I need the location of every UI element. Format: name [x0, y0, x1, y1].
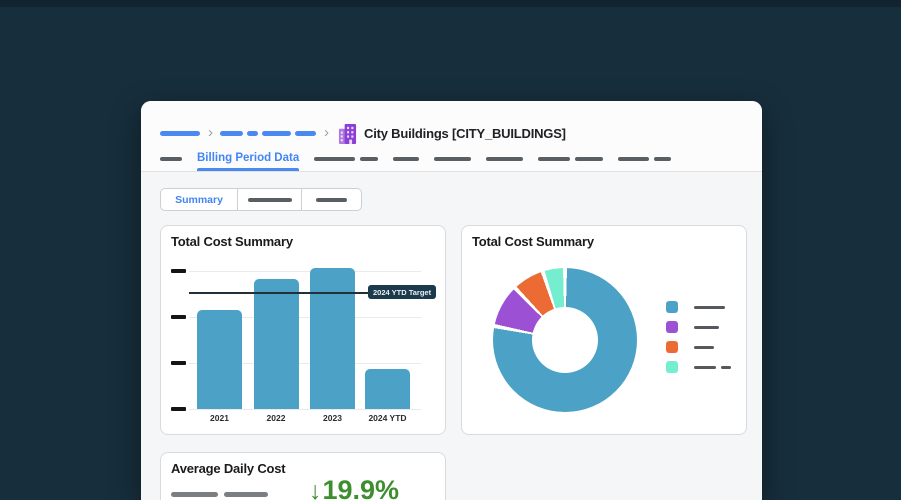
x-axis-label: 2023 [323, 413, 342, 423]
redaction-bar [220, 130, 243, 136]
target-line-badge: 2024 YTD Target [368, 285, 437, 299]
redaction-bar [575, 157, 604, 161]
redaction-bar [316, 197, 347, 202]
bar-segment-2022[interactable] [253, 279, 299, 409]
avg-daily-cost-change-value: 19.9% [322, 475, 400, 500]
tab-redacted-3[interactable] [393, 147, 420, 171]
view-tab-label: Summary [175, 193, 223, 206]
legend-item-1[interactable] [666, 321, 731, 333]
legend-item-3[interactable] [666, 361, 731, 373]
bar-chart: 2021 2022 2023 2024 YTD 2024 YTD Target [161, 226, 445, 434]
avg-daily-cost-change: ↓19.9% [309, 475, 399, 500]
legend-swatch [666, 361, 678, 373]
active-tab-underline [197, 168, 300, 171]
gridline [189, 409, 421, 410]
legend-item-2[interactable] [666, 341, 731, 353]
x-axis-label: 2022 [266, 413, 286, 423]
tab-redacted-5[interactable] [486, 147, 524, 171]
view-tab-summary[interactable]: Summary [161, 189, 237, 210]
page-title: City Buildings [CITY_BUILDINGS] [364, 125, 566, 141]
redaction-bar [486, 157, 524, 161]
gridline [189, 271, 421, 272]
breadcrumb-item-redacted[interactable] [160, 130, 204, 136]
redaction-bar [538, 157, 571, 161]
building-icon [338, 123, 357, 144]
bar-segment-2021[interactable] [197, 310, 242, 409]
redaction-bar [314, 157, 356, 161]
bar-segment-2023[interactable] [310, 268, 355, 409]
panel-body: Summary Total Cost Summary 2021 2022 2023 2… [141, 172, 762, 500]
legend-swatch [666, 321, 678, 333]
legend-swatch [666, 341, 678, 353]
redaction-bar [393, 157, 420, 161]
redaction-bar [262, 130, 291, 136]
redaction-bar [434, 157, 472, 161]
legend-item-0[interactable] [666, 301, 731, 313]
avg-daily-cost-card: Average Daily Cost ↓19.9% [160, 452, 446, 500]
redaction-bar [160, 130, 200, 136]
redaction-bar [224, 492, 268, 497]
tab-redacted-4[interactable] [434, 147, 472, 171]
target-line [189, 292, 368, 294]
tab-billing-period-data[interactable]: Billing Period Data [197, 147, 300, 171]
chevron-right-icon: › [324, 123, 329, 141]
view-tab-redacted-1[interactable] [237, 189, 301, 210]
y-axis-tick-label-redacted [171, 407, 186, 411]
x-axis-label: 2021 [210, 413, 229, 423]
avg-daily-cost-title: Average Daily Cost [171, 461, 286, 476]
y-axis-tick-label-redacted [171, 361, 186, 365]
view-tab-redacted-2[interactable] [301, 189, 361, 210]
donut-chart [462, 226, 746, 434]
redaction-bar [247, 197, 292, 202]
bar-chart-card: Total Cost Summary 2021 2022 2023 2024 YTD 2… [160, 225, 446, 435]
tab-label: Billing Period Data [197, 152, 300, 164]
view-switcher: Summary [160, 188, 362, 211]
breadcrumb-item-redacted[interactable] [220, 130, 320, 136]
top-bar [0, 0, 901, 7]
panel-header: › › City Buildings [CITY_BUILDINGS] Bill… [141, 101, 762, 172]
breadcrumb: › › City Buildings [CITY_BUILDINGS] [160, 122, 566, 144]
tab-redacted-6[interactable] [538, 147, 604, 171]
tab-redacted-0[interactable] [160, 147, 182, 171]
tab-bar: Billing Period Data [160, 147, 672, 171]
donut-legend [666, 301, 731, 381]
redaction-bar [694, 345, 714, 349]
donut-hole [532, 307, 598, 373]
redaction-bar [360, 157, 379, 161]
redaction-bar [721, 365, 731, 369]
redaction-bar [694, 365, 716, 369]
redaction-bar [171, 492, 218, 497]
redaction-bar [160, 157, 182, 161]
tab-redacted-2[interactable] [314, 147, 379, 171]
page-background: › › City Buildings [CITY_BUILDINGS] Bill… [0, 0, 901, 500]
redaction-bar [295, 130, 316, 136]
legend-swatch [666, 301, 678, 313]
y-axis-tick-label-redacted [171, 269, 186, 273]
y-axis-tick-label-redacted [171, 315, 186, 319]
redaction-bar [618, 157, 650, 161]
avg-daily-cost-redacted-values [171, 492, 268, 497]
x-axis-label: 2024 YTD [368, 413, 407, 423]
redaction-bar [654, 157, 672, 161]
redaction-bar [694, 325, 719, 329]
building-detail-panel: › › City Buildings [CITY_BUILDINGS] Bill… [141, 101, 762, 500]
bar-segment-2024-ytd[interactable] [365, 369, 410, 409]
chevron-right-icon: › [208, 123, 213, 141]
redaction-bar [694, 305, 725, 309]
redaction-bar [247, 130, 258, 136]
arrow-down-icon: ↓ [309, 477, 322, 500]
tab-redacted-7[interactable] [618, 147, 672, 171]
donut-chart-card: Total Cost Summary [461, 225, 747, 435]
